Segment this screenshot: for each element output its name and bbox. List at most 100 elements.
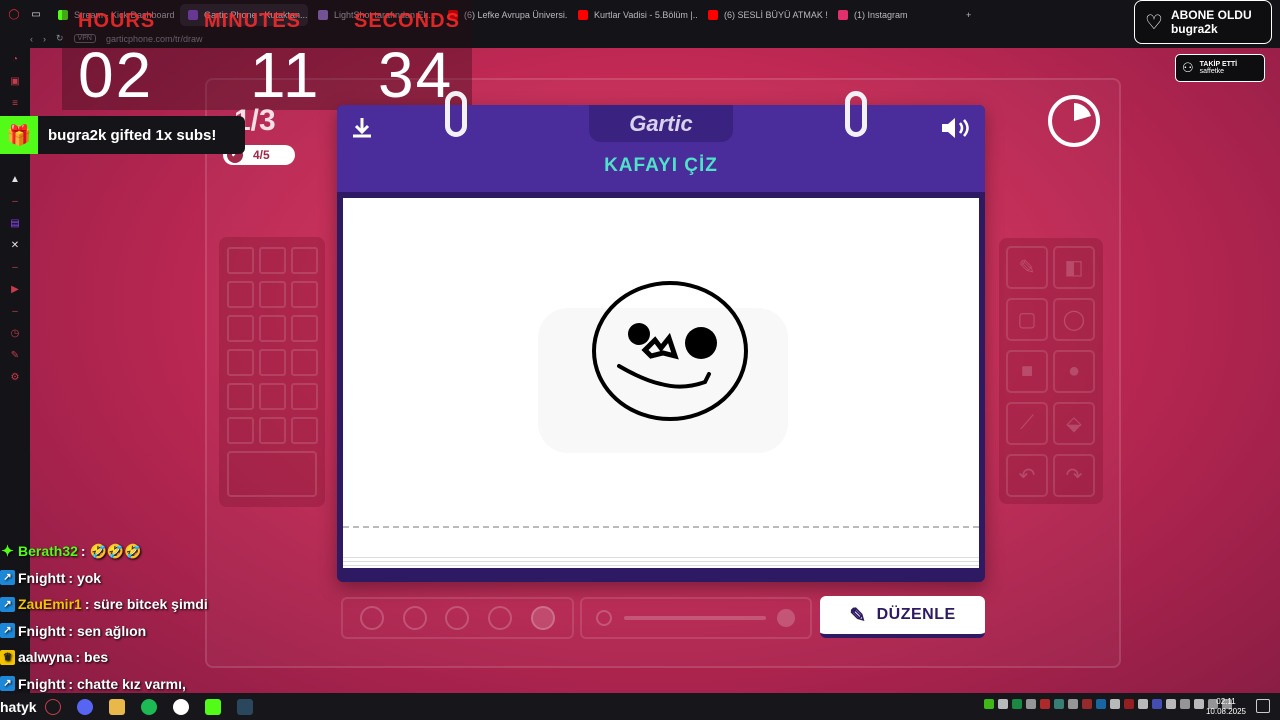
palette-color-swatch[interactable]: [227, 383, 254, 410]
speaker-icon[interactable]: [939, 115, 973, 141]
pencil-icon: ✎: [849, 604, 867, 627]
history-icon[interactable]: ◷: [9, 328, 21, 340]
twitch-icon[interactable]: ▤: [9, 218, 21, 230]
follow-alert-user: saffetke: [1199, 68, 1225, 75]
new-tab-button[interactable]: +: [958, 4, 979, 26]
tray-icon[interactable]: [1054, 699, 1064, 709]
opera-icon[interactable]: ◯: [8, 9, 20, 21]
palette-color-swatch[interactable]: [259, 247, 286, 274]
palette-color-swatch[interactable]: [259, 417, 286, 444]
sub-alert-user: bugra2k: [1170, 22, 1218, 36]
opacity-slider[interactable]: [580, 597, 812, 639]
palette-color-swatch[interactable]: [259, 281, 286, 308]
gartic-logo: Gartic: [589, 105, 733, 142]
tray-icon[interactable]: [984, 699, 994, 709]
tray-icon[interactable]: [1096, 699, 1106, 709]
tray-icon[interactable]: [1082, 699, 1092, 709]
kick-icon[interactable]: [204, 698, 221, 715]
palette-color-swatch[interactable]: [291, 383, 318, 410]
drawing-canvas[interactable]: [343, 198, 979, 566]
folder-icon[interactable]: [108, 698, 125, 715]
tray-icon[interactable]: [1124, 699, 1134, 709]
drawing: [538, 281, 788, 453]
palette-color-swatch[interactable]: [259, 315, 286, 342]
chat-username[interactable]: ZauEmir1: [18, 596, 82, 612]
x-icon[interactable]: ✕: [9, 240, 21, 252]
chat-username[interactable]: aalwyna: [18, 649, 72, 665]
chat-text: : süre bitcek şimdi: [84, 596, 208, 613]
brush-size-4[interactable]: [488, 606, 513, 630]
tray-icon[interactable]: [1068, 699, 1078, 709]
palette-color-swatch[interactable]: [291, 281, 318, 308]
settings-icon[interactable]: ⚙: [9, 372, 21, 384]
edit-button[interactable]: ✎ DÜZENLE: [820, 596, 985, 638]
extensions-icon[interactable]: ✎: [9, 350, 21, 362]
brush-size-selector: [341, 597, 574, 639]
tray-icon[interactable]: [1012, 699, 1022, 709]
redo-icon[interactable]: ↷: [1053, 454, 1095, 497]
brush-size-1[interactable]: [360, 606, 385, 630]
tray-icon[interactable]: [1110, 699, 1120, 709]
clock[interactable]: 02:11 10.08.2025: [1196, 697, 1256, 717]
palette-color-swatch[interactable]: [291, 349, 318, 376]
undo-icon[interactable]: ↶: [1006, 454, 1048, 497]
palette-color-swatch[interactable]: [291, 417, 318, 444]
palette-color-swatch[interactable]: [259, 383, 286, 410]
palette-color-swatch[interactable]: [227, 349, 254, 376]
line-tool-icon[interactable]: ⟋: [1006, 402, 1048, 445]
xbox-icon[interactable]: [172, 698, 189, 715]
clock-time: 02:11: [1216, 697, 1236, 706]
brush-size-2[interactable]: [402, 606, 427, 630]
browser-tab[interactable]: (1) Instagram: [830, 4, 958, 26]
brush-size-5[interactable]: [530, 606, 555, 630]
arc-icon[interactable]: ▲: [9, 174, 21, 186]
tray-icon[interactable]: [1152, 699, 1162, 709]
palette-color-swatch[interactable]: [227, 247, 254, 274]
chat-username[interactable]: Fnightt: [18, 676, 65, 692]
follow-alert-text: TAKİP ETTİ saffetke: [1200, 61, 1237, 75]
brush-size-3[interactable]: [445, 606, 470, 630]
notification-icon[interactable]: [1256, 699, 1270, 713]
tray-icon[interactable]: [1026, 699, 1036, 709]
tray-icon[interactable]: [1138, 699, 1148, 709]
palette-color-swatch[interactable]: [259, 349, 286, 376]
aria-icon[interactable]: ◔: [9, 54, 21, 66]
browser-tab[interactable]: Kurtlar Vadisi - 5.Bölüm |...: [570, 4, 698, 26]
chat-message: ↗ Fnightt: sen ağlıon: [0, 618, 260, 645]
palette-color-swatch[interactable]: [227, 315, 254, 342]
fill-bucket-tool-icon[interactable]: ⬙: [1053, 402, 1095, 445]
chat-username[interactable]: Berath32: [18, 543, 78, 559]
chat-text: : 🤣🤣🤣: [80, 542, 142, 559]
forward-icon[interactable]: ›: [43, 34, 46, 44]
tab-menu-icon[interactable]: ▭: [30, 9, 42, 21]
rectangle-fill-tool-icon[interactable]: ■: [1006, 350, 1048, 393]
browser-tab[interactable]: (6) SESLİ BÜYÜ ATMAK !...: [700, 4, 828, 26]
download-icon[interactable]: [349, 115, 375, 141]
opera-taskbar-icon[interactable]: [44, 698, 61, 715]
follow-alert: ⚇ TAKİP ETTİ saffetke: [1175, 54, 1265, 82]
ellipse-outline-tool-icon[interactable]: ◯: [1053, 298, 1095, 341]
user-icon: ⚇: [1182, 60, 1194, 75]
ellipse-fill-tool-icon[interactable]: ●: [1053, 350, 1095, 393]
tray-icon[interactable]: [998, 699, 1008, 709]
spotify-icon[interactable]: [140, 698, 157, 715]
steam-icon[interactable]: [236, 698, 253, 715]
palette-color-swatch[interactable]: [227, 417, 254, 444]
discord-icon[interactable]: [76, 698, 93, 715]
player-icon[interactable]: ▶: [9, 284, 21, 296]
tray-icon[interactable]: [1166, 699, 1176, 709]
back-icon[interactable]: ‹: [30, 34, 33, 44]
stack-icon[interactable]: ≡: [9, 98, 21, 110]
chat-username[interactable]: Fnightt: [18, 570, 65, 586]
bag-icon[interactable]: ▣: [9, 76, 21, 88]
palette-color-swatch[interactable]: [291, 247, 318, 274]
eraser-tool-icon[interactable]: ◧: [1053, 246, 1095, 289]
pencil-tool-icon[interactable]: ✎: [1006, 246, 1048, 289]
rectangle-outline-tool-icon[interactable]: ▢: [1006, 298, 1048, 341]
palette-color-swatch[interactable]: [291, 315, 318, 342]
tray-icon[interactable]: [1180, 699, 1190, 709]
chat-username[interactable]: Fnightt: [18, 623, 65, 639]
palette-custom-color[interactable]: [227, 451, 317, 497]
palette-color-swatch[interactable]: [227, 281, 254, 308]
tray-icon[interactable]: [1040, 699, 1050, 709]
